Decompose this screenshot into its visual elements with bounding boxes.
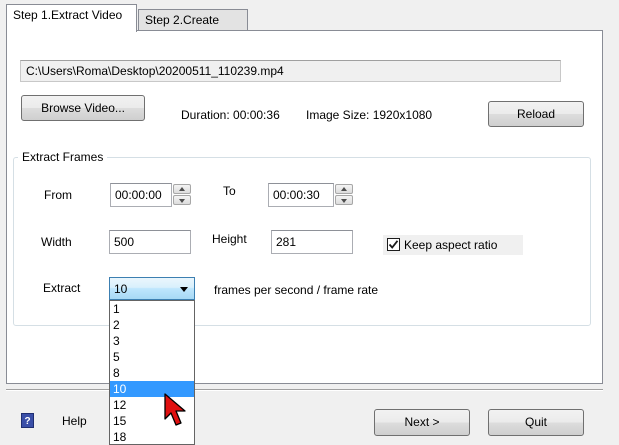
arrow-down-icon (341, 199, 347, 203)
spin-up-button[interactable] (335, 184, 353, 194)
arrow-up-icon (341, 187, 347, 191)
arrow-down-icon (179, 199, 185, 203)
tab-extract-video[interactable]: Step 1.Extract Video (6, 4, 137, 32)
image-size-text: Image Size: 1920x1080 (306, 108, 433, 122)
spin-down-button[interactable] (173, 195, 191, 205)
extract-label: Extract (43, 281, 81, 295)
quit-label: Quit (524, 415, 547, 429)
extract-frames-title: Extract Frames (18, 149, 108, 165)
width-input[interactable]: 500 (109, 230, 191, 254)
fps-option[interactable]: 8 (110, 365, 194, 381)
video-path-field[interactable]: C:\Users\Roma\Desktop\20200511_110239.mp… (20, 60, 561, 82)
fps-combobox[interactable]: 10 (109, 277, 195, 300)
from-time-input[interactable]: 00:00:00 (110, 183, 172, 207)
quit-button[interactable]: Quit (488, 409, 584, 436)
next-label: Next > (404, 415, 440, 429)
footer-divider (6, 389, 603, 391)
next-button[interactable]: Next > (374, 409, 470, 436)
duration-text: Duration: 00:00:36 (181, 108, 280, 122)
tab-label: Step 1.Extract Video (13, 8, 123, 22)
tab-create-gif[interactable]: Step 2.Create GIF (138, 9, 248, 47)
fps-option[interactable]: 3 (110, 333, 194, 349)
to-time-spinner[interactable] (335, 184, 353, 206)
keep-aspect-checkbox-row[interactable]: Keep aspect ratio (383, 235, 523, 255)
fps-selected-value: 10 (114, 282, 128, 296)
fps-option[interactable]: 5 (110, 349, 194, 365)
from-label: From (44, 188, 72, 202)
spin-down-button[interactable] (335, 195, 353, 205)
width-label: Width (41, 235, 72, 249)
fps-option[interactable]: 1 (110, 301, 194, 317)
check-icon (388, 240, 399, 249)
to-time-input[interactable]: 00:00:30 (268, 183, 334, 207)
height-label: Height (212, 232, 247, 246)
chevron-down-icon[interactable] (180, 287, 188, 292)
height-input[interactable]: 281 (271, 230, 353, 254)
help-book-icon[interactable]: ? (21, 413, 34, 428)
fps-suffix-label: frames per second / frame rate (214, 283, 379, 297)
fps-option[interactable]: 18 (110, 429, 194, 444)
browse-video-button[interactable]: Browse Video... (21, 95, 145, 121)
spin-up-button[interactable] (173, 184, 191, 194)
fps-option[interactable]: 2 (110, 317, 194, 333)
help-label[interactable]: Help (62, 414, 87, 428)
from-time-spinner[interactable] (173, 184, 191, 206)
arrow-up-icon (179, 187, 185, 191)
to-label: To (223, 184, 236, 198)
keep-aspect-label: Keep aspect ratio (404, 238, 498, 252)
reload-label: Reload (516, 107, 556, 121)
reload-button[interactable]: Reload (488, 101, 584, 127)
keep-aspect-checkbox[interactable] (387, 238, 400, 251)
browse-video-label: Browse Video... (41, 101, 125, 115)
red-arrow-cursor-icon (164, 393, 186, 426)
